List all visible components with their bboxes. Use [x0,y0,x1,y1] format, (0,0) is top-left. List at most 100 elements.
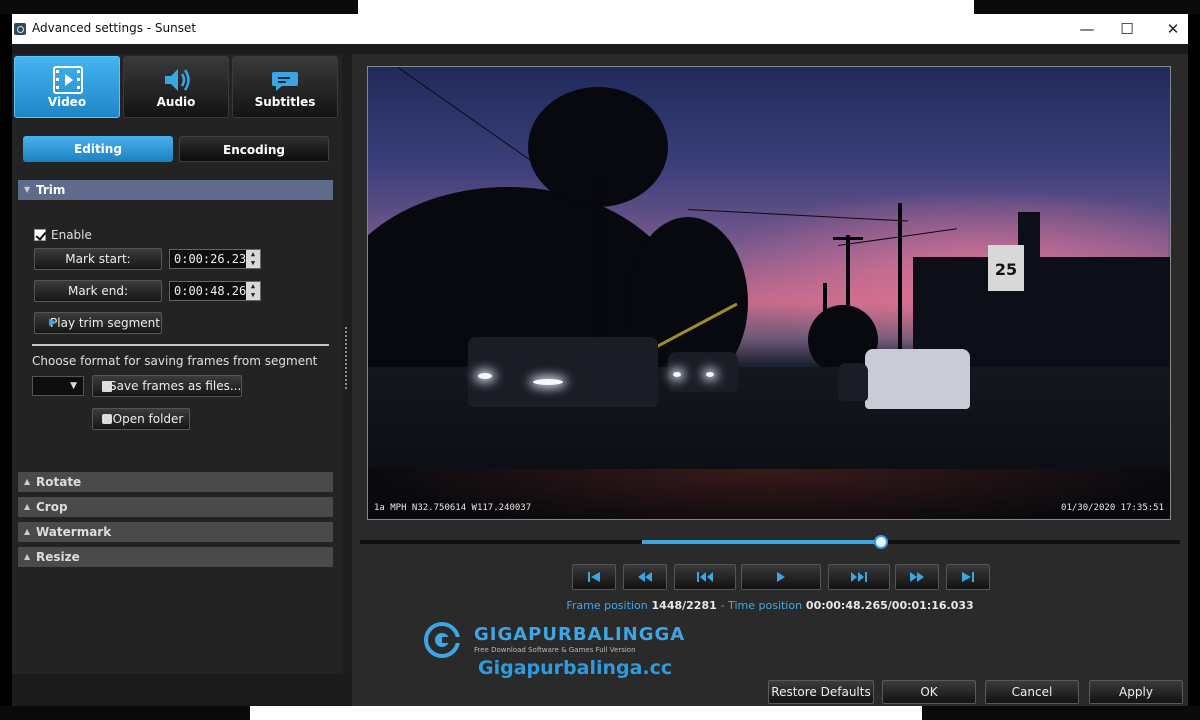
suv-left [468,337,658,407]
subtitles-icon [272,72,298,91]
skip-to-end-icon [962,572,974,582]
tab-encoding[interactable]: Encoding [179,136,329,162]
go-to-start-button[interactable] [572,564,616,590]
expand-arrow-icon: ▲ [24,527,31,536]
tab-subtitles[interactable]: Subtitles [232,56,338,118]
parked-car [838,363,868,401]
headlight [478,373,492,379]
collapse-arrow-icon: ▼ [24,185,31,194]
maximize-icon[interactable]: ☐ [1116,18,1138,40]
video-preview[interactable]: 25 1a MPH N32.750614 W117.240037 01/30/2… [367,66,1171,520]
format-select[interactable]: ▼ [32,376,84,396]
section-rotate-label: Rotate [36,475,82,489]
play-icon [777,572,785,582]
backdrop-top-mid [358,0,974,14]
mark-start-field[interactable]: 0:00:26.232 ▲ ▼ [169,249,261,269]
minimize-icon[interactable]: — [1076,18,1098,40]
section-resize[interactable]: ▲ Resize [18,547,333,567]
restore-defaults-button[interactable]: Restore Defaults [768,680,874,704]
mark-end-field[interactable]: 0:00:48.265 ▲ ▼ [169,281,261,301]
save-frames-button[interactable]: Save frames as files... [92,375,242,397]
tab-audio-label: Audio [156,95,196,109]
play-button[interactable] [741,564,821,590]
play-icon: ▶ [49,317,57,328]
rewind-button[interactable] [623,564,667,590]
section-watermark[interactable]: ▲ Watermark [18,522,333,542]
watermark-brand: GIGAPURBALINGGA [474,624,686,645]
mark-start-value: 0:00:26.232 [174,252,254,266]
backdrop-bottom-left [0,706,250,720]
separator [32,344,329,346]
save-frames-label: Save frames as files... [109,379,242,393]
previous-frame-button[interactable] [674,564,736,590]
fast-forward-button[interactable] [895,564,939,590]
osd-gps-text: 1a MPH N32.750614 W117.240037 [374,503,532,513]
panel-splitter[interactable] [342,54,352,674]
section-crop[interactable]: ▲ Crop [18,497,333,517]
open-folder-label: Open folder [112,412,184,426]
play-trim-segment-button[interactable]: ▶ Play trim segment [34,312,162,334]
advanced-settings-window: Advanced settings - Sunset — ☐ ✕ Video A… [12,14,1188,706]
rewind-icon [638,572,652,582]
ok-button[interactable]: OK [882,680,976,704]
preview-panel: 25 1a MPH N32.750614 W117.240037 01/30/2… [352,54,1188,706]
time-position-value: 00:00:48.265/00:01:16.033 [805,599,974,612]
speaker-icon [165,69,190,91]
frame-position-label: Frame position [566,599,648,612]
position-readout: Frame position 1448/2281 - Time position… [352,599,1188,612]
app-icon [14,23,26,35]
watermark-tagline: Free Download Software & Games Full Vers… [474,646,636,654]
section-watermark-label: Watermark [36,525,112,539]
next-frame-button[interactable] [828,564,890,590]
backdrop-top-left [0,0,358,14]
headlight [673,372,681,377]
tab-audio[interactable]: Audio [123,56,229,118]
section-trim[interactable]: ▼ Trim [18,180,333,200]
apply-button[interactable]: Apply [1089,680,1183,704]
frame-position-value: 1448/2281 [651,599,717,612]
tab-editing[interactable]: Editing [23,136,173,162]
spin-arrows-icon[interactable]: ▲ ▼ [246,282,260,300]
section-crop-label: Crop [36,500,68,514]
section-resize-label: Resize [36,550,80,564]
headlight [706,372,714,377]
folder-icon [102,414,112,424]
position-separator: - [720,599,729,612]
tab-subtitles-label: Subtitles [254,95,316,109]
watermark-url: Gigapurbalinga.cc [478,657,673,679]
headlight [533,379,563,385]
osd-timestamp: 01/30/2020 17:35:51 [1061,503,1164,513]
fast-forward-icon [910,572,924,582]
timeline-progress [642,540,881,544]
video-icon [53,66,83,94]
tab-video[interactable]: Video [14,56,120,118]
skip-to-start-icon [588,572,600,582]
pickup-truck [865,349,970,409]
timeline-handle[interactable] [873,535,888,549]
backdrop-bottom-mid [250,706,922,720]
grip-handle-icon[interactable] [344,326,348,390]
chevron-down-icon: ▼ [70,381,77,391]
spin-arrows-icon[interactable]: ▲ ▼ [246,250,260,268]
go-to-end-button[interactable] [946,564,990,590]
cancel-button[interactable]: Cancel [985,680,1079,704]
mark-end-button[interactable]: Mark end: [34,280,162,302]
window-title: Advanced settings - Sunset [32,21,197,35]
time-position-label: Time position [728,599,803,612]
enable-checkbox[interactable] [34,229,46,241]
settings-panel: Video Audio Subtitles Editing Encoding ▼… [12,54,342,674]
mark-end-value: 0:00:48.265 [174,284,254,298]
play-trim-segment-label: Play trim segment [50,316,160,330]
mark-start-button[interactable]: Mark start: [34,248,162,270]
utility-pole-crossbar [833,237,863,240]
speed-limit-sign: 25 [988,245,1024,291]
close-icon[interactable]: ✕ [1162,18,1184,40]
backdrop-top-right [974,0,1200,14]
section-rotate[interactable]: ▲ Rotate [18,472,333,492]
tab-video-label: Video [47,95,87,109]
title-bar: Advanced settings - Sunset — ☐ ✕ [12,14,1188,44]
open-folder-button[interactable]: Open folder [92,408,190,430]
next-icon [851,572,867,582]
expand-arrow-icon: ▲ [24,477,31,486]
format-prompt: Choose format for saving frames from seg… [32,354,318,368]
